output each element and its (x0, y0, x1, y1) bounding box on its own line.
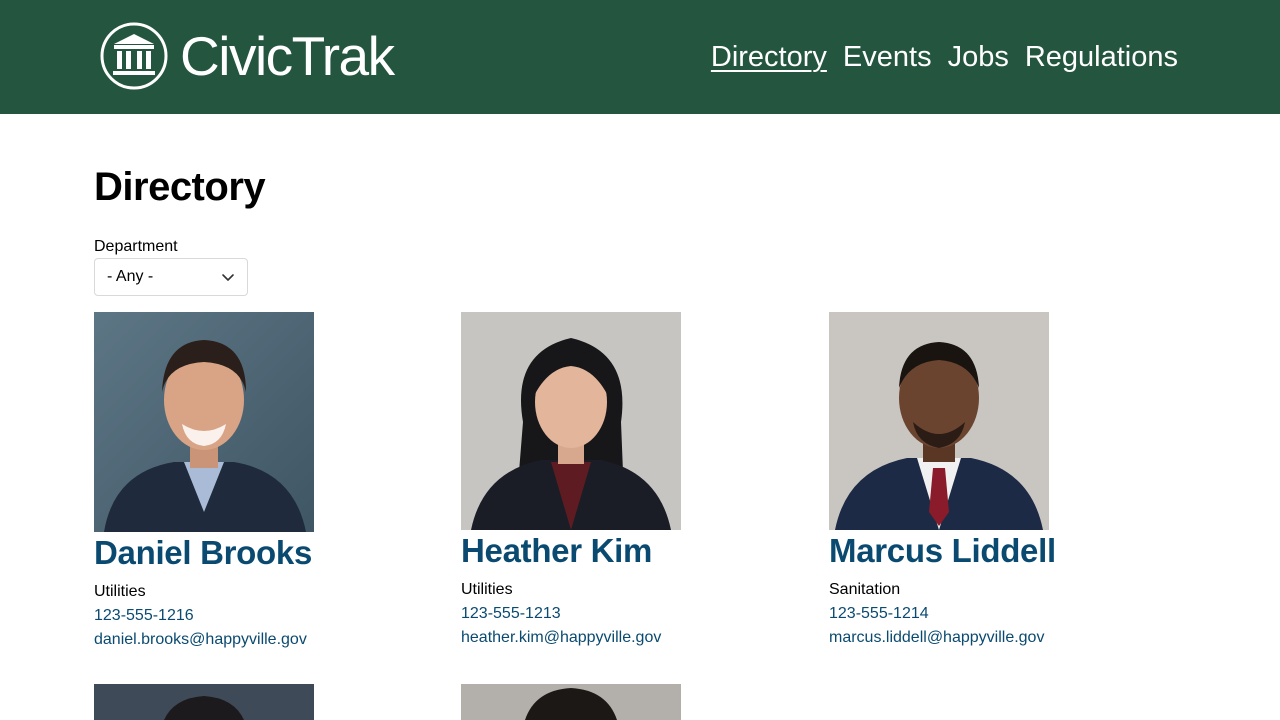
department-select[interactable]: - Any - (94, 258, 248, 296)
person-department: Utilities (94, 583, 146, 600)
person-photo (94, 684, 314, 720)
person-card: Daniel Brooks Utilities 123-555-1216 dan… (94, 312, 334, 652)
department-filter-label: Department (94, 238, 178, 255)
person-photo (94, 312, 314, 532)
nav-link-directory[interactable]: Directory (711, 36, 827, 78)
government-building-icon (100, 22, 168, 90)
person-photo (829, 312, 1049, 530)
person-phone-link[interactable]: 123-555-1214 (829, 602, 1069, 626)
person-name-link[interactable]: Daniel Brooks (94, 533, 334, 573)
department-select-value: - Any - (107, 268, 154, 285)
nav-link-events[interactable]: Events (843, 36, 932, 78)
site-logo-link[interactable]: CivicTrak (100, 21, 395, 91)
brand-name: CivicTrak (180, 25, 395, 87)
person-name-link[interactable]: Heather Kim (461, 531, 701, 571)
page-title: Directory (94, 165, 266, 209)
nav-link-jobs[interactable]: Jobs (948, 36, 1009, 78)
person-name-link[interactable]: Marcus Liddell (829, 531, 1069, 571)
person-card: Heather Kim Utilities 123-555-1213 heath… (461, 312, 701, 650)
person-phone-link[interactable]: 123-555-1216 (94, 604, 334, 628)
main-nav: Directory Events Jobs Regulations (711, 36, 1178, 78)
person-email-link[interactable]: marcus.liddell@happyville.gov (829, 626, 1069, 650)
person-card: Marcus Liddell Sanitation 123-555-1214 m… (829, 312, 1069, 650)
nav-link-regulations[interactable]: Regulations (1025, 36, 1178, 78)
person-department: Sanitation (829, 581, 901, 598)
person-department: Utilities (461, 581, 513, 598)
chevron-down-icon (222, 274, 234, 281)
person-photo (461, 684, 681, 720)
site-header: CivicTrak Directory Events Jobs Regulati… (0, 0, 1280, 114)
person-photo (461, 312, 681, 530)
person-phone-link[interactable]: 123-555-1213 (461, 602, 701, 626)
person-email-link[interactable]: heather.kim@happyville.gov (461, 626, 701, 650)
person-email-link[interactable]: daniel.brooks@happyville.gov (94, 628, 334, 652)
